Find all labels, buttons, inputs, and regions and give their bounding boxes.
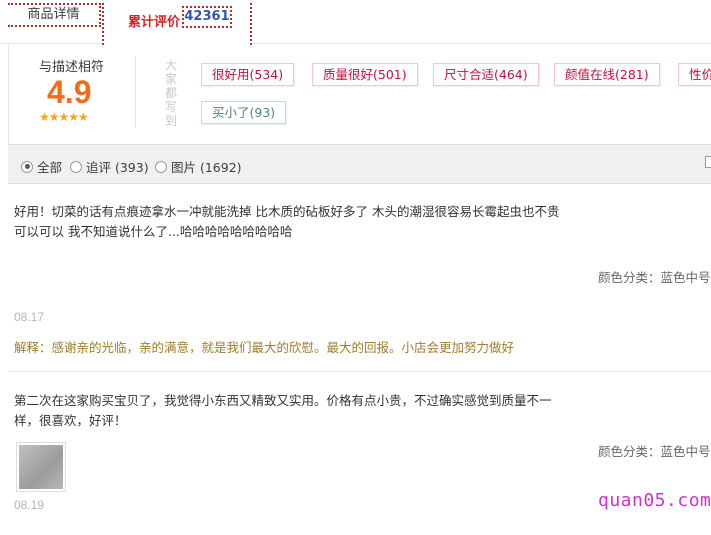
review-tab-bar: 商品详情 累计评价 42361 <box>0 0 711 45</box>
score-title: 与描述相符 <box>39 60 105 75</box>
filter-follow-up[interactable]: 追评 (393) <box>70 157 149 176</box>
divider <box>135 56 136 128</box>
sku-label: 颜色分类： <box>598 270 661 285</box>
tab-reviews-label: 累计评价 <box>128 15 181 30</box>
review-photo-thumbnail[interactable] <box>16 442 66 492</box>
tag-good-looking[interactable]: 颜值在线(281) <box>554 63 660 86</box>
filter-follow-up-label: 追评 (393) <box>86 160 149 175</box>
sku-info: 颜色分类：蓝色中号 <box>598 441 711 460</box>
rating-summary: 与描述相符 4.9 ★★★★★ 大家都写到 很好用(534) 质量很好(501)… <box>8 44 711 144</box>
review-text: 好用！切菜的话有点痕迹拿水一冲就能洗掉 比木质的砧板好多了 木头的潮湿很容易长霉… <box>14 204 560 239</box>
sku-value: 蓝色中号 <box>660 270 711 285</box>
radio-icon[interactable] <box>155 160 167 173</box>
review-count: 42361 <box>182 6 232 28</box>
review-text: 第二次在这家购买宝贝了，我觉得小东西又精致又实用。价格有点小贵，不过确实感觉到质… <box>14 393 552 428</box>
photo-image <box>19 445 63 489</box>
tag-good-quality[interactable]: 质量很好(501) <box>312 63 418 86</box>
sku-value: 蓝色中号 <box>660 444 711 459</box>
sku-info: 颜色分类：蓝色中号 <box>598 267 711 286</box>
radio-icon[interactable] <box>70 160 82 173</box>
tag-easy-to-use[interactable]: 很好用(534) <box>201 63 295 86</box>
review-filter-bar: 全部 追评 (393) 图片 (1692) <box>8 144 711 184</box>
radio-checked-icon[interactable] <box>21 160 33 173</box>
tag-too-small[interactable]: 买小了(93) <box>201 101 287 124</box>
star-rating-icon: ★★★★★ <box>39 110 89 124</box>
tag-value-for-money[interactable]: 性价 <box>678 63 711 86</box>
review-date: 08.17 <box>14 310 45 324</box>
filter-all[interactable]: 全部 <box>21 157 62 176</box>
sort-icon[interactable] <box>705 156 711 168</box>
sku-label: 颜色分类： <box>598 444 661 459</box>
review-date: 08.19 <box>14 498 45 512</box>
tag-right-size[interactable]: 尺寸合适(464) <box>433 63 539 86</box>
filter-images-label: 图片 (1692) <box>171 160 242 175</box>
seller-reply: 解释：感谢亲的光临，亲的满意，就是我们最大的欣慰。最大的回报。小店会更加努力做好 <box>14 340 515 355</box>
filter-images[interactable]: 图片 (1692) <box>155 157 242 176</box>
score-value: 4.9 <box>47 74 92 110</box>
tags-caption: 大家都写到 <box>164 58 177 128</box>
filter-all-label: 全部 <box>37 160 63 175</box>
tab-product-details[interactable]: 商品详情 <box>8 3 101 27</box>
tab-cumulative-reviews[interactable]: 累计评价 42361 <box>102 0 252 45</box>
watermark: quan05.com <box>598 490 711 511</box>
review-item: 好用！切菜的话有点痕迹拿水一冲就能洗掉 比木质的砧板好多了 木头的潮湿很容易长霉… <box>8 184 711 372</box>
